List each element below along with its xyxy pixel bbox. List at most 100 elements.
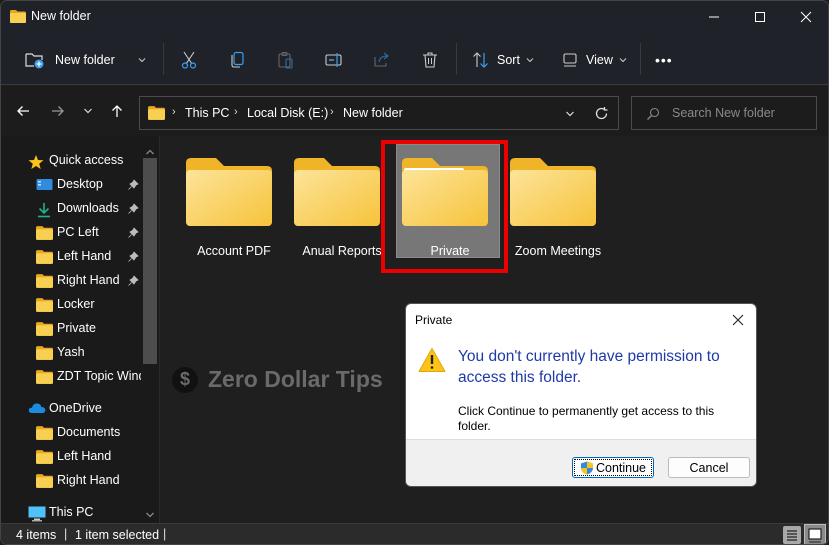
large-icons-view-button[interactable] (804, 524, 826, 544)
sidebar-item-private[interactable]: Private (1, 318, 141, 340)
download-icon (36, 202, 53, 218)
sidebar-item-label: Yash (57, 345, 85, 359)
continue-button[interactable]: Continue (572, 457, 654, 478)
chevron-down-icon (84, 108, 92, 114)
folder-icon (36, 426, 53, 440)
toolbar-divider (163, 43, 164, 75)
share-icon (374, 52, 389, 67)
sidebar-item-zdt-topic-windows[interactable]: ZDT Topic Windows (1, 366, 141, 388)
close-icon (800, 11, 812, 23)
delete-button[interactable] (421, 45, 439, 75)
breadcrumb-this-pc[interactable]: This PC (185, 106, 229, 120)
cancel-button[interactable]: Cancel (668, 457, 750, 478)
breadcrumb-local-disk[interactable]: Local Disk (E:) (247, 106, 328, 120)
sidebar-item-yash[interactable]: Yash (1, 342, 141, 364)
chevron-right-icon: › (172, 106, 176, 118)
sidebar-item-left-hand[interactable]: Left Hand (1, 246, 141, 268)
pin-icon (127, 251, 139, 263)
maximize-button[interactable] (737, 1, 783, 33)
folder-item[interactable]: Anual Reports (288, 136, 396, 258)
chevron-down-icon (619, 58, 627, 63)
dialog-message: Click Continue to permanently get access… (458, 404, 715, 433)
sidebar-scroll-thumb[interactable] (143, 158, 157, 364)
folder-icon (36, 322, 53, 336)
details-view-button[interactable] (783, 526, 801, 544)
cut-button[interactable] (180, 45, 198, 75)
sidebar-item-label: OneDrive (49, 401, 102, 415)
sidebar-item-quick-access[interactable]: Quick access (1, 150, 141, 172)
dialog-footer: Continue Cancel (406, 439, 756, 486)
chevron-right-icon: › (234, 106, 238, 118)
window-title: New folder (31, 9, 91, 23)
paste-button[interactable] (277, 45, 295, 75)
folder-name: Zoom Meetings (514, 244, 602, 258)
pin-icon (127, 275, 139, 287)
desktop-icon (36, 178, 53, 192)
toolbar-divider (640, 43, 641, 75)
search-box[interactable]: Search New folder (631, 96, 817, 130)
sidebar-item-pc-left[interactable]: PC Left (1, 222, 141, 244)
chevron-right-icon: › (330, 106, 334, 118)
refresh-icon[interactable] (594, 106, 609, 121)
star-icon (28, 154, 45, 169)
new-folder-label: New folder (55, 53, 115, 67)
watermark: $ Zero Dollar Tips (172, 366, 383, 393)
sidebar-item-onedrive[interactable]: OneDrive (1, 398, 141, 420)
paste-icon (278, 52, 293, 69)
sidebar-item-locker[interactable]: Locker (1, 294, 141, 316)
sidebar-item-downloads[interactable]: Downloads (1, 198, 141, 220)
recent-locations-button[interactable] (78, 101, 98, 121)
share-button[interactable] (373, 45, 391, 75)
pin-icon (127, 227, 139, 239)
back-button[interactable] (13, 101, 33, 121)
close-button[interactable] (783, 1, 828, 33)
up-button[interactable] (107, 101, 127, 121)
folder-icon (510, 158, 596, 226)
breadcrumb-new-folder[interactable]: New folder (343, 106, 403, 120)
item-count: 4 items (16, 528, 57, 542)
view-icon (563, 53, 577, 67)
forward-button[interactable] (48, 101, 68, 121)
copy-button[interactable] (229, 45, 247, 75)
dialog-close-button[interactable] (728, 310, 748, 330)
search-icon (647, 107, 660, 120)
sidebar-item-label: Documents (57, 425, 121, 439)
folder-item[interactable]: Zoom Meetings (504, 136, 612, 258)
rename-button[interactable] (325, 45, 343, 75)
sidebar-item-left-hand[interactable]: Left Hand (1, 446, 141, 468)
status-divider: | (163, 527, 167, 541)
dialog-title: Private (415, 313, 453, 327)
sidebar-item-right-hand[interactable]: Right Hand (1, 270, 141, 292)
minimize-button[interactable] (691, 1, 737, 33)
pin-icon (127, 179, 139, 191)
dollar-logo-icon: $ (172, 366, 198, 393)
folder-icon (36, 298, 53, 312)
sidebar-item-this-pc[interactable]: This PC (1, 502, 141, 524)
dialog-heading: You don't currently have permission to a… (458, 348, 720, 386)
sidebar-item-desktop[interactable]: Desktop (1, 174, 141, 196)
address-bar[interactable]: › This PC › Local Disk (E:) › New folder (139, 96, 619, 130)
folder-icon (36, 370, 53, 384)
new-folder-button[interactable]: New folder (25, 45, 147, 75)
arrow-up-icon (112, 105, 122, 117)
folder-icon (186, 158, 272, 226)
scroll-down-icon[interactable] (145, 511, 155, 519)
search-placeholder: Search New folder (672, 106, 775, 120)
new-folder-icon (25, 53, 44, 69)
chevron-down-icon[interactable] (565, 109, 575, 119)
sidebar-item-right-hand[interactable]: Right Hand (1, 470, 141, 492)
details-view-icon (787, 530, 797, 541)
sort-button[interactable]: Sort (472, 45, 535, 75)
scroll-up-icon[interactable] (145, 148, 155, 156)
toolbar-divider (456, 43, 457, 75)
folder-icon (36, 226, 53, 240)
sidebar-item-documents[interactable]: Documents (1, 422, 141, 444)
folder-icon (10, 10, 26, 23)
view-button[interactable]: View (562, 45, 628, 75)
folder-icon (36, 450, 53, 464)
cloud-icon (28, 402, 46, 416)
folder-item[interactable]: Account PDF (180, 136, 288, 258)
sidebar-item-label: Locker (57, 297, 95, 311)
pin-icon (127, 203, 139, 215)
more-options-button[interactable]: ••• (655, 45, 673, 75)
